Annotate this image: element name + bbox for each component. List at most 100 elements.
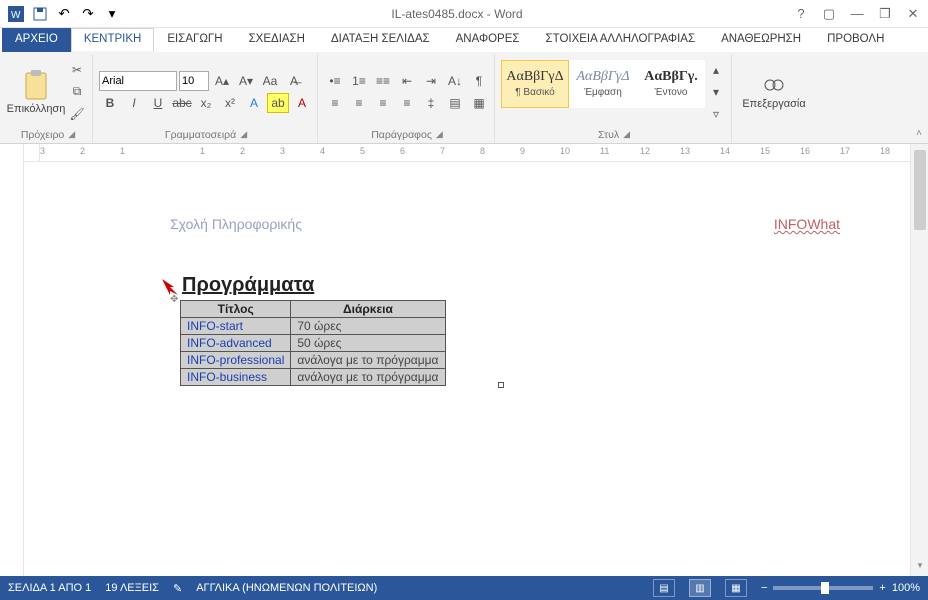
justify-button[interactable]: ≡ [396, 93, 418, 113]
undo-icon[interactable]: ↶ [52, 2, 76, 26]
text-effects-button[interactable]: A [243, 93, 265, 113]
tab-view[interactable]: ΠΡΟΒΟΛΗ [814, 28, 897, 52]
table-move-handle[interactable]: ✥ [170, 294, 178, 305]
view-print-layout[interactable]: ▥ [689, 579, 711, 597]
borders-button[interactable]: ▦ [468, 93, 490, 113]
decrease-font-button[interactable]: A▾ [235, 71, 257, 91]
cell-duration[interactable]: ανάλογα με το πρόγραμμα [291, 352, 445, 369]
tab-design[interactable]: ΣΧΕΔΙΑΣΗ [236, 28, 318, 52]
zoom-in-button[interactable]: + [879, 582, 885, 594]
copy-button[interactable]: ⧉ [66, 82, 88, 102]
clear-formatting-button[interactable]: A̶ [283, 71, 305, 91]
zoom-value[interactable]: 100% [892, 582, 920, 594]
document-heading[interactable]: Προγράμματα [182, 274, 314, 297]
underline-button[interactable]: U [147, 93, 169, 113]
tab-home[interactable]: ΚΕΝΤΡΙΚΗ [71, 28, 155, 52]
font-color-button[interactable]: A [291, 93, 313, 113]
scroll-down-button[interactable]: ▾ [911, 560, 928, 576]
styles-expand[interactable]: ▿ [705, 104, 727, 124]
cell-title[interactable]: INFO-start [181, 318, 291, 335]
sort-button[interactable]: A↓ [444, 71, 466, 91]
cell-duration[interactable]: 50 ώρες [291, 335, 445, 352]
tab-insert[interactable]: ΕΙΣΑΓΩΓΗ [154, 28, 235, 52]
scroll-thumb[interactable] [914, 150, 926, 230]
ribbon-options-icon[interactable]: ▢ [818, 6, 840, 22]
collapse-ribbon-button[interactable]: ˄ [916, 128, 922, 139]
find-button[interactable]: Επεξεργασία [738, 59, 810, 125]
group-font: A▴ A▾ Aa A̶ B I U abc x₂ x² A ab A Γρ [95, 54, 318, 143]
font-size-combo[interactable] [179, 71, 209, 91]
zoom-slider[interactable] [773, 586, 873, 590]
close-icon[interactable]: ✕ [902, 6, 924, 22]
status-language[interactable]: ΑΓΓΛΙΚΑ (ΗΝΩΜΕΝΩΝ ΠΟΛΙΤΕΙΩΝ) [196, 582, 377, 594]
status-words[interactable]: 19 ΛΕΞΕΙΣ [105, 582, 159, 594]
ruler-mark: 17 [840, 146, 850, 156]
bold-button[interactable]: B [99, 93, 121, 113]
styles-row-up[interactable]: ▴ [705, 60, 727, 80]
save-icon[interactable] [28, 2, 52, 26]
increase-indent-button[interactable]: ⇥ [420, 71, 442, 91]
tab-file[interactable]: ΑΡΧΕΙΟ [2, 28, 71, 52]
horizontal-ruler[interactable]: 321123456789101112131415161718 [40, 144, 910, 161]
style-strong[interactable]: ΑαΒβΓγ. Έντονο [637, 60, 705, 108]
programs-table[interactable]: Τίτλος Διάρκεια INFO-start70 ώρεςINFO-ad… [180, 300, 446, 386]
subscript-button[interactable]: x₂ [195, 93, 217, 113]
style-emphasis[interactable]: ΑαΒβΓγΔ Έμφαση [569, 60, 637, 108]
paragraph-dialog-launcher[interactable]: ◢ [436, 129, 443, 141]
view-web-layout[interactable]: ▦ [725, 579, 747, 597]
shading-button[interactable]: ▤ [444, 93, 466, 113]
multilevel-button[interactable]: ≡≡ [372, 71, 394, 91]
style-normal[interactable]: ΑαΒβΓγΔ ¶ Βασικό [501, 60, 569, 108]
show-marks-button[interactable]: ¶ [468, 71, 490, 91]
italic-button[interactable]: I [123, 93, 145, 113]
ruler-mark: 1 [120, 146, 125, 156]
tab-mailings[interactable]: ΣΤΟΙΧΕΙΑ ΑΛΛΗΛΟΓΡΑΦΙΑΣ [533, 28, 709, 52]
cell-title[interactable]: INFO-professional [181, 352, 291, 369]
strikethrough-button[interactable]: abc [171, 93, 193, 113]
restore-icon[interactable]: ❐ [874, 6, 896, 22]
format-painter-button[interactable]: 🖌 [66, 104, 88, 124]
word-icon[interactable]: W [4, 2, 28, 26]
superscript-button[interactable]: x² [219, 93, 241, 113]
table-row[interactable]: INFO-professionalανάλογα με το πρόγραμμα [181, 352, 446, 369]
paste-button[interactable]: Επικόλληση [8, 59, 64, 125]
document-scroll-area[interactable]: Σχολή Πληροφορικής INFOWhat Προγράμματα … [48, 162, 910, 576]
cell-duration[interactable]: 70 ώρες [291, 318, 445, 335]
status-page[interactable]: ΣΕΛΙΔΑ 1 ΑΠΟ 1 [8, 582, 91, 594]
qat-more-icon[interactable]: ▾ [100, 2, 124, 26]
cell-title[interactable]: INFO-advanced [181, 335, 291, 352]
cell-duration[interactable]: ανάλογα με το πρόγραμμα [291, 369, 445, 386]
table-row[interactable]: INFO-start70 ώρες [181, 318, 446, 335]
align-left-button[interactable]: ≡ [324, 93, 346, 113]
minimize-icon[interactable]: — [846, 6, 868, 21]
cell-title[interactable]: INFO-business [181, 369, 291, 386]
tab-references[interactable]: ΑΝΑΦΟΡΕΣ [443, 28, 533, 52]
align-center-button[interactable]: ≡ [348, 93, 370, 113]
bullets-button[interactable]: •≡ [324, 71, 346, 91]
styles-row-down[interactable]: ▾ [705, 82, 727, 102]
align-right-button[interactable]: ≡ [372, 93, 394, 113]
redo-icon[interactable]: ↷ [76, 2, 100, 26]
line-spacing-button[interactable]: ‡ [420, 93, 442, 113]
vertical-scrollbar[interactable]: ▾ [910, 144, 928, 576]
view-read-mode[interactable]: ▤ [653, 579, 675, 597]
proofing-icon[interactable]: ✎ [173, 582, 182, 595]
vertical-ruler[interactable] [0, 144, 24, 576]
numbering-button[interactable]: 1≡ [348, 71, 370, 91]
table-row[interactable]: INFO-advanced50 ώρες [181, 335, 446, 352]
table-resize-handle[interactable] [498, 382, 504, 388]
tab-layout[interactable]: ΔΙΑΤΑΞΗ ΣΕΛΙΔΑΣ [318, 28, 443, 52]
decrease-indent-button[interactable]: ⇤ [396, 71, 418, 91]
help-icon[interactable]: ? [790, 6, 812, 21]
change-case-button[interactable]: Aa [259, 71, 281, 91]
table-row[interactable]: INFO-businessανάλογα με το πρόγραμμα [181, 369, 446, 386]
font-dialog-launcher[interactable]: ◢ [240, 129, 247, 141]
clipboard-dialog-launcher[interactable]: ◢ [68, 129, 75, 141]
font-name-combo[interactable] [99, 71, 177, 91]
highlight-button[interactable]: ab [267, 93, 289, 113]
zoom-out-button[interactable]: − [761, 582, 767, 594]
styles-dialog-launcher[interactable]: ◢ [623, 129, 630, 141]
cut-button[interactable]: ✂ [66, 60, 88, 80]
increase-font-button[interactable]: A▴ [211, 71, 233, 91]
tab-review[interactable]: ΑΝΑΘΕΩΡΗΣΗ [708, 28, 814, 52]
